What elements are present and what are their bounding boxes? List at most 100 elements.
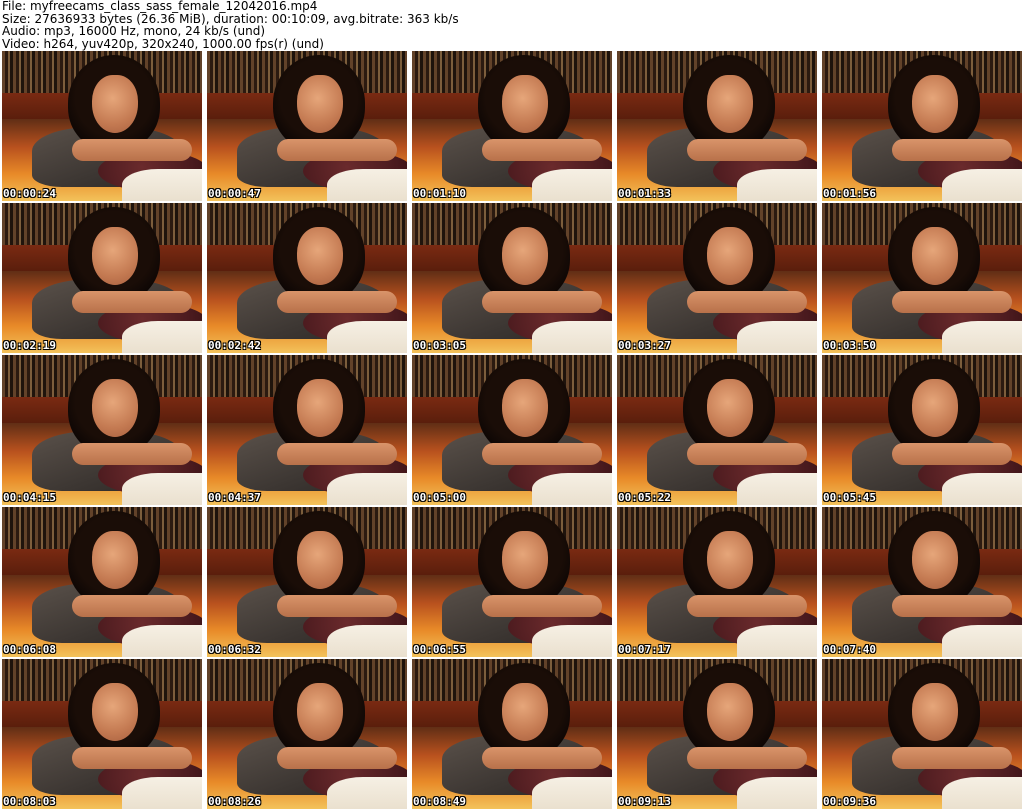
- video-thumbnail: 00:07:17: [617, 507, 817, 657]
- person-face: [502, 531, 548, 589]
- thumbnail-timestamp: 00:09:13: [618, 795, 671, 808]
- thumbnail-timestamp: 00:03:50: [823, 339, 876, 352]
- bed-sheet: [942, 777, 1022, 809]
- thumbnail-timestamp: 00:07:17: [618, 643, 671, 656]
- person-face: [502, 683, 548, 741]
- video-thumbnail: 00:06:08: [2, 507, 202, 657]
- video-thumbnail: 00:01:56: [822, 51, 1022, 201]
- video-thumbnail: 00:06:55: [412, 507, 612, 657]
- video-info-line: Video: h264, yuv420p, 320x240, 1000.00 f…: [2, 36, 324, 51]
- bed-sheet: [122, 777, 202, 809]
- bed-sheet: [737, 169, 817, 201]
- person-arms: [277, 747, 397, 769]
- video-thumbnail: 00:09:13: [617, 659, 817, 809]
- bed-sheet: [327, 777, 407, 809]
- video-thumbnail: 00:03:50: [822, 203, 1022, 353]
- bed-sheet: [122, 169, 202, 201]
- thumbnail-timestamp: 00:03:27: [618, 339, 671, 352]
- thumbnail-timestamp: 00:03:05: [413, 339, 466, 352]
- person-arms: [892, 139, 1012, 161]
- video-thumbnail: 00:08:26: [207, 659, 407, 809]
- person-face: [912, 379, 958, 437]
- person-face: [912, 227, 958, 285]
- thumbnail-grid: 00:00:24 00:00:47 00:01:10 00:01:33 00:0…: [2, 51, 1022, 811]
- person-arms: [72, 747, 192, 769]
- person-arms: [687, 747, 807, 769]
- person-arms: [482, 747, 602, 769]
- person-arms: [892, 443, 1012, 465]
- bed-sheet: [942, 321, 1022, 353]
- person-face: [707, 379, 753, 437]
- video-thumbnail: 00:09:36: [822, 659, 1022, 809]
- thumbnail-timestamp: 00:02:19: [3, 339, 56, 352]
- video-thumbnail: 00:08:49: [412, 659, 612, 809]
- video-thumbnail: 00:02:42: [207, 203, 407, 353]
- video-thumbnail: 00:02:19: [2, 203, 202, 353]
- person-face: [912, 683, 958, 741]
- audio-info-line: Audio: mp3, 16000 Hz, mono, 24 kb/s (und…: [2, 24, 266, 38]
- bed-sheet: [122, 473, 202, 505]
- person-arms: [892, 747, 1012, 769]
- thumbnail-timestamp: 00:02:42: [208, 339, 261, 352]
- file-info-header: File: myfreecams_class_sass_female_12042…: [2, 0, 1022, 50]
- bed-sheet: [737, 473, 817, 505]
- thumbnail-timestamp: 00:08:26: [208, 795, 261, 808]
- person-arms: [482, 595, 602, 617]
- thumbnail-timestamp: 00:00:47: [208, 187, 261, 200]
- thumbnail-timestamp: 00:07:40: [823, 643, 876, 656]
- bed-sheet: [532, 321, 612, 353]
- person-arms: [277, 443, 397, 465]
- person-face: [92, 75, 138, 133]
- bed-sheet: [942, 473, 1022, 505]
- video-thumbnail: 00:08:03: [2, 659, 202, 809]
- bed-sheet: [327, 625, 407, 657]
- video-thumbnail: 00:04:37: [207, 355, 407, 505]
- person-arms: [687, 595, 807, 617]
- video-thumbnail: 00:05:22: [617, 355, 817, 505]
- thumbnail-timestamp: 00:01:33: [618, 187, 671, 200]
- person-face: [912, 531, 958, 589]
- person-face: [297, 75, 343, 133]
- person-arms: [277, 595, 397, 617]
- person-face: [297, 227, 343, 285]
- video-thumbnail: 00:03:05: [412, 203, 612, 353]
- thumbnail-timestamp: 00:04:15: [3, 491, 56, 504]
- video-thumbnail: 00:05:45: [822, 355, 1022, 505]
- person-arms: [892, 291, 1012, 313]
- thumbnail-timestamp: 00:04:37: [208, 491, 261, 504]
- thumbnail-timestamp: 00:00:24: [3, 187, 56, 200]
- bed-sheet: [532, 625, 612, 657]
- person-arms: [687, 139, 807, 161]
- person-face: [502, 379, 548, 437]
- thumbnail-timestamp: 00:05:45: [823, 491, 876, 504]
- video-thumbnail: 00:01:33: [617, 51, 817, 201]
- file-name-line: File: myfreecams_class_sass_female_12042…: [2, 0, 318, 13]
- thumbnail-timestamp: 00:09:36: [823, 795, 876, 808]
- person-face: [707, 531, 753, 589]
- thumbnail-timestamp: 00:01:56: [823, 187, 876, 200]
- bed-sheet: [122, 321, 202, 353]
- video-thumbnail: 00:06:32: [207, 507, 407, 657]
- video-thumbnail: 00:04:15: [2, 355, 202, 505]
- person-face: [297, 683, 343, 741]
- person-face: [92, 531, 138, 589]
- bed-sheet: [532, 473, 612, 505]
- thumbnail-timestamp: 00:01:10: [413, 187, 466, 200]
- bed-sheet: [327, 473, 407, 505]
- person-face: [92, 227, 138, 285]
- video-thumbnail: 00:05:00: [412, 355, 612, 505]
- person-face: [297, 379, 343, 437]
- thumbnail-timestamp: 00:08:03: [3, 795, 56, 808]
- video-thumbnail: 00:00:47: [207, 51, 407, 201]
- thumbnail-timestamp: 00:05:22: [618, 491, 671, 504]
- thumbnail-timestamp: 00:06:32: [208, 643, 261, 656]
- person-face: [502, 75, 548, 133]
- bed-sheet: [327, 321, 407, 353]
- bed-sheet: [942, 169, 1022, 201]
- person-face: [297, 531, 343, 589]
- bed-sheet: [532, 169, 612, 201]
- bed-sheet: [122, 625, 202, 657]
- video-thumbnail: 00:00:24: [2, 51, 202, 201]
- video-thumbnail: 00:01:10: [412, 51, 612, 201]
- person-face: [92, 379, 138, 437]
